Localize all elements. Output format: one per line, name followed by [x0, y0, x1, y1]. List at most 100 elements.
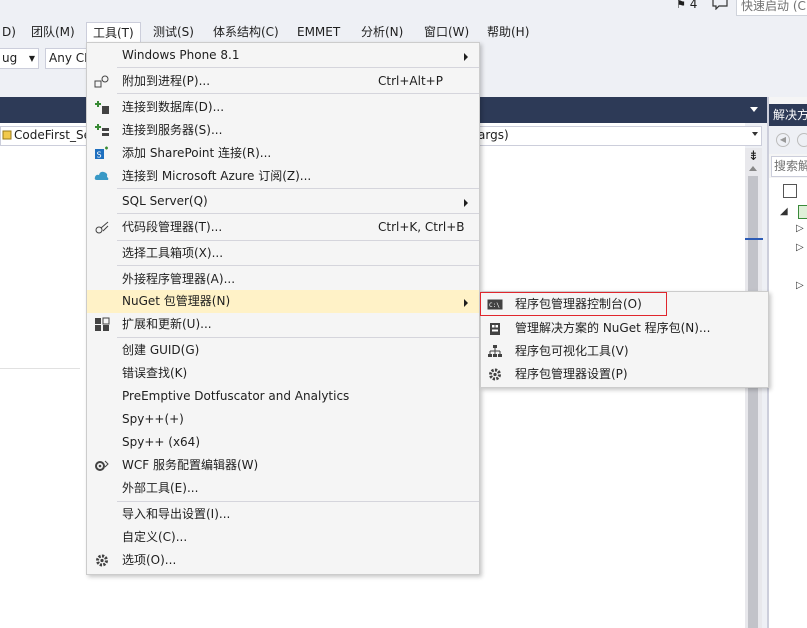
menu-item-label: Spy++ (x64): [122, 435, 200, 449]
menu-item-label: 选项(O)...: [122, 553, 177, 567]
chevron-down-icon: ▼: [28, 54, 35, 63]
menu-item-dotfuscator[interactable]: PreEmptive Dotfuscator and Analytics: [87, 385, 479, 408]
submenu-item-label: 管理解决方案的 NuGet 程序包(N)...: [515, 321, 711, 335]
menu-item-sharepoint[interactable]: S 添加 SharePoint 连接(R)...: [87, 142, 479, 165]
menu-item-spy[interactable]: Spy++(+): [87, 408, 479, 431]
quick-launch-input[interactable]: 快速启动 (C: [736, 0, 807, 16]
submenu-item-manage-packages[interactable]: 管理解决方案的 NuGet 程序包(N)...: [481, 317, 768, 340]
submenu-item-label: 程序包管理器设置(P): [515, 367, 628, 381]
menu-help[interactable]: 帮助(H): [481, 22, 535, 42]
solution-search-input[interactable]: 搜索解: [771, 156, 807, 177]
menu-item-label: 创建 GUID(G): [122, 343, 200, 357]
collapsed-arrow-icon[interactable]: ▷: [796, 223, 804, 234]
menu-item-connect-database[interactable]: 连接到数据库(D)...: [87, 96, 479, 119]
menu-item-label: 添加 SharePoint 连接(R)...: [122, 146, 272, 160]
notification-flag[interactable]: ⚑ 4: [676, 0, 697, 11]
flag-icon: ⚑: [676, 0, 686, 11]
menu-item-shortcut: Ctrl+K, Ctrl+B: [378, 220, 465, 234]
menu-separator: [117, 93, 479, 94]
menu-item-label: SQL Server(Q): [122, 194, 208, 208]
menu-item-label: 外部工具(E)...: [122, 481, 199, 495]
menu-item-attach-process[interactable]: 附加到进程(P)... Ctrl+Alt+P: [87, 70, 479, 93]
menu-tools[interactable]: 工具(T): [86, 22, 141, 44]
menu-analyze[interactable]: 分析(N): [355, 22, 409, 42]
forward-icon[interactable]: [797, 133, 807, 147]
menu-item-label: 外接程序管理器(A)...: [122, 272, 236, 286]
menu-item-create-guid[interactable]: 创建 GUID(G): [87, 339, 479, 362]
nav-member-label: args): [478, 128, 509, 142]
chevron-down-icon[interactable]: [752, 132, 758, 136]
menu-item-snippet-manager[interactable]: 代码段管理器(T)... Ctrl+K, Ctrl+B: [87, 216, 479, 239]
menu-item-customize[interactable]: 自定义(C)...: [87, 526, 479, 549]
menu-item-label: 选择工具箱项(X)...: [122, 246, 224, 260]
menu-team[interactable]: 团队(M): [25, 22, 81, 42]
tab-dropdown-icon[interactable]: [750, 107, 758, 112]
submenu-arrow-icon: [464, 299, 468, 307]
split-window-icon[interactable]: ⇟: [745, 150, 762, 164]
menu-item-options[interactable]: 选项(O)...: [87, 549, 479, 572]
nav-type-dropdown[interactable]: CodeFirst_Se: [14, 128, 91, 142]
menu-item-toolbox-items[interactable]: 选择工具箱项(X)...: [87, 242, 479, 265]
menu-item-label: 导入和导出设置(I)...: [122, 507, 231, 521]
feedback-icon[interactable]: [712, 0, 728, 10]
submenu-arrow-icon: [464, 199, 468, 207]
menu-item-label: 连接到服务器(S)...: [122, 123, 223, 137]
nav-member-dropdown[interactable]: args): [478, 128, 509, 142]
divider: [0, 368, 80, 369]
menu-item-extensions[interactable]: 扩展和更新(U)...: [87, 313, 479, 336]
scroll-up-icon[interactable]: [749, 166, 757, 171]
connect-server-icon: [95, 124, 109, 136]
azure-cloud-icon: [94, 171, 109, 180]
menu-item-label: Spy++(+): [122, 412, 184, 426]
menu-item-shortcut: Ctrl+Alt+P: [378, 74, 443, 88]
wcf-config-icon: [95, 460, 109, 471]
config-dropdown[interactable]: ug ▼: [0, 48, 39, 69]
menu-separator: [117, 67, 479, 68]
menu-item-windows-phone[interactable]: Windows Phone 8.1: [87, 44, 479, 67]
submenu-arrow-icon: [464, 53, 468, 61]
menu-item-label: 连接到 Microsoft Azure 订阅(Z)...: [122, 169, 312, 183]
scroll-marker: [745, 238, 763, 240]
menu-architecture[interactable]: 体系结构(C): [207, 22, 285, 42]
expand-arrow-icon[interactable]: ◢: [780, 206, 788, 217]
collapsed-arrow-icon[interactable]: ▷: [796, 280, 804, 291]
gear-icon: [489, 368, 501, 381]
config-value: ug: [2, 51, 18, 65]
submenu-item-label: 程序包可视化工具(V): [515, 344, 629, 358]
menu-item-nuget[interactable]: NuGet 包管理器(N): [87, 290, 479, 313]
menu-item-label: 代码段管理器(T)...: [122, 220, 223, 234]
platform-dropdown[interactable]: Any CF: [45, 48, 90, 69]
menu-item-addin-manager[interactable]: 外接程序管理器(A)...: [87, 268, 479, 291]
menu-item-label: Windows Phone 8.1: [122, 48, 240, 62]
menu-item-label: NuGet 包管理器(N): [122, 294, 231, 308]
menu-item-spy-x64[interactable]: Spy++ (x64): [87, 431, 479, 454]
menu-separator: [117, 501, 479, 502]
snippet-manager-icon: [95, 221, 109, 234]
menu-debug[interactable]: D): [0, 22, 22, 42]
sharepoint-icon: S: [95, 146, 108, 160]
menu-item-error-lookup[interactable]: 错误查找(K): [87, 362, 479, 385]
menu-window[interactable]: 窗口(W): [418, 22, 475, 42]
project-icon: [798, 205, 807, 219]
collapsed-arrow-icon[interactable]: ▷: [796, 242, 804, 253]
scrollbar-thumb[interactable]: [748, 176, 758, 628]
menu-item-wcf-config[interactable]: WCF 服务配置编辑器(W): [87, 454, 479, 477]
menu-item-azure[interactable]: 连接到 Microsoft Azure 订阅(Z)...: [87, 165, 479, 188]
menu-item-connect-server[interactable]: 连接到服务器(S)...: [87, 119, 479, 142]
menu-item-sql-server[interactable]: SQL Server(Q): [87, 190, 479, 213]
back-icon[interactable]: ◀: [776, 133, 790, 147]
menu-item-label: 附加到进程(P)...: [122, 74, 211, 88]
menu-item-label: 扩展和更新(U)...: [122, 317, 212, 331]
svg-text:S: S: [97, 151, 102, 160]
menu-test[interactable]: 测试(S): [147, 22, 200, 42]
menu-item-import-export[interactable]: 导入和导出设置(I)...: [87, 503, 479, 526]
submenu-item-settings[interactable]: 程序包管理器设置(P): [481, 363, 768, 386]
menu-item-external-tools[interactable]: 外部工具(E)...: [87, 477, 479, 500]
submenu-item-visualizer[interactable]: 程序包可视化工具(V): [481, 340, 768, 363]
menu-emmet[interactable]: EMMET: [291, 22, 346, 42]
gear-icon: [96, 554, 108, 567]
solution-explorer-title[interactable]: 解决方: [769, 104, 807, 126]
menu-separator: [117, 213, 479, 214]
connect-database-icon: [95, 101, 109, 114]
class-icon: [2, 130, 12, 140]
